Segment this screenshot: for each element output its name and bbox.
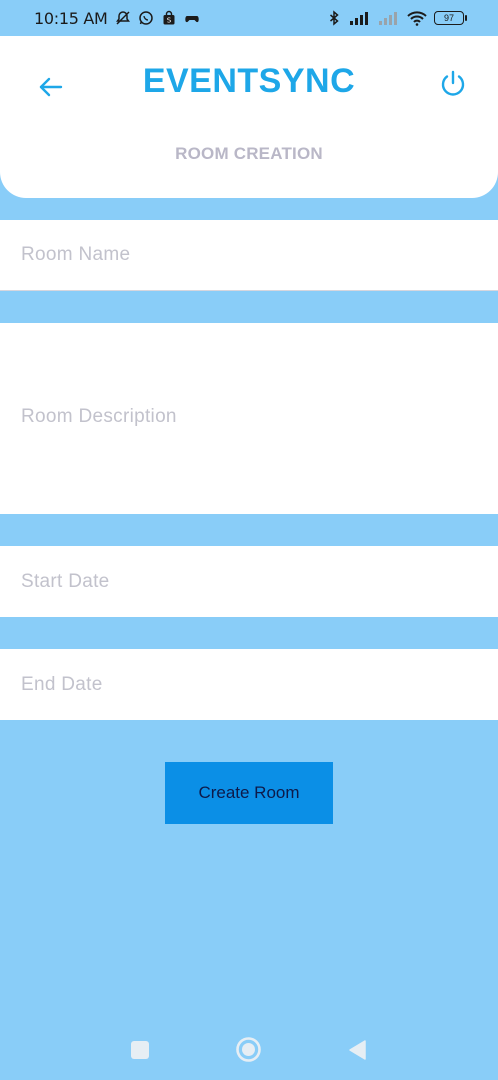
create-room-button[interactable]: Create Room [165,762,333,824]
recents-icon[interactable] [131,1041,149,1059]
status-right: 97 [326,10,467,26]
battery-level: 97 [443,13,454,23]
end-date-input[interactable] [21,673,498,696]
gamepad-icon [184,16,199,23]
mute-bell-icon [115,11,130,25]
shopping-bag-icon: S [163,10,175,25]
status-time: 10:15 AM [34,8,108,28]
whatsapp-icon [138,11,153,25]
app-header: EVENTSYNC ROOM CREATION [0,36,498,198]
end-date-field[interactable] [0,649,498,720]
room-name-field[interactable] [0,220,498,291]
app-title: EVENTSYNC [142,62,356,100]
signal-icon [350,12,368,25]
start-date-input[interactable] [21,570,498,593]
power-icon[interactable] [438,68,468,98]
room-description-field[interactable] [0,323,498,514]
back-triangle-icon[interactable] [347,1039,367,1061]
system-nav-bar [0,1020,498,1080]
room-name-input[interactable] [21,244,498,266]
status-left: 10:15 AM S [34,9,200,28]
page-subtitle: ROOM CREATION [175,144,323,163]
svg-text:S: S [166,17,171,25]
bluetooth-icon [330,10,339,26]
wifi-icon [407,11,427,26]
start-date-field[interactable] [0,546,498,617]
signal-weak-icon [379,12,397,25]
home-icon[interactable] [235,1036,262,1063]
room-description-input[interactable] [21,403,498,434]
status-bar: 10:15 AM S 97 [0,0,498,36]
battery-icon: 97 [434,11,467,25]
